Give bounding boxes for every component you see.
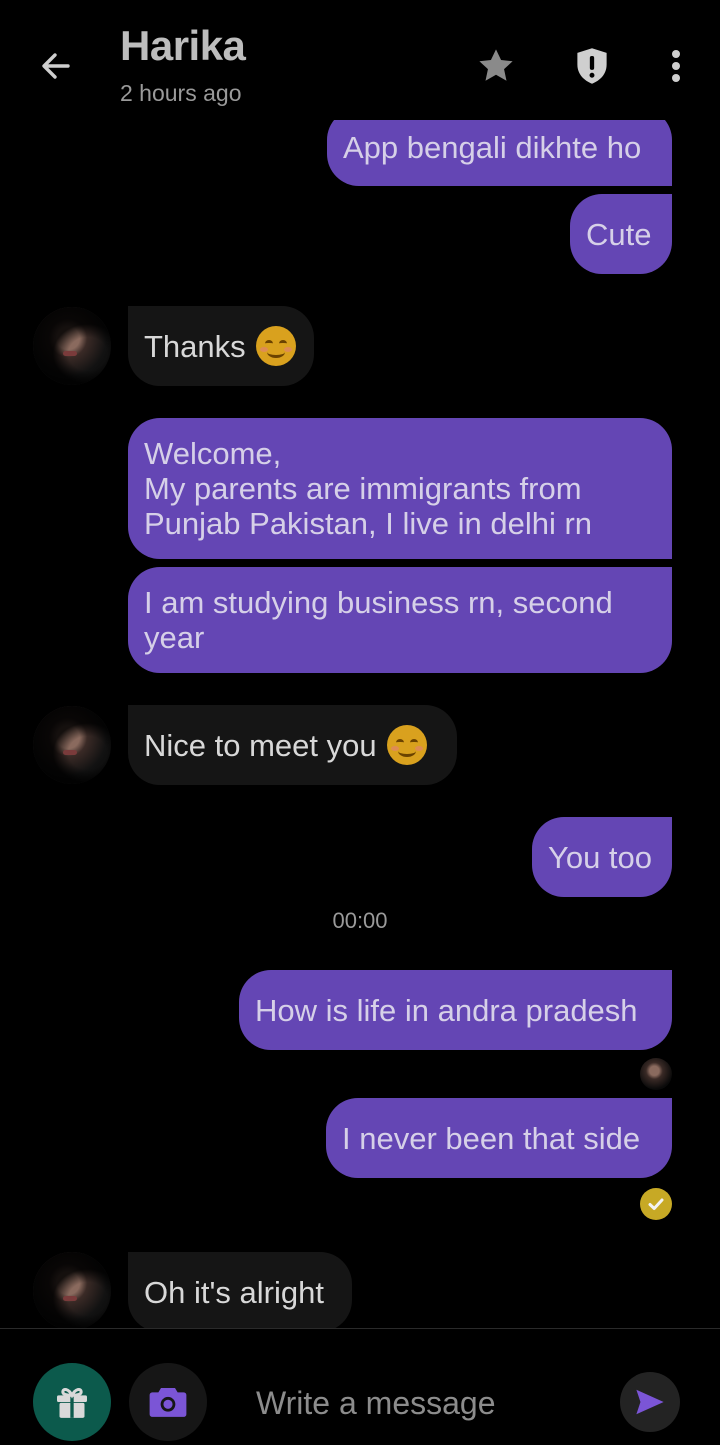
- message-text: Thanks: [144, 328, 246, 364]
- message-text: Cute: [586, 216, 652, 252]
- star-icon[interactable]: [470, 40, 522, 92]
- send-icon: [636, 1389, 664, 1415]
- message-text: I never been that side: [342, 1120, 641, 1156]
- message-input[interactable]: [240, 1373, 600, 1433]
- message-bubble-outgoing[interactable]: How is life in andra pradesh: [239, 970, 672, 1050]
- message-bubble-incoming[interactable]: Thanks: [128, 306, 314, 386]
- contact-avatar[interactable]: [33, 706, 111, 784]
- chat-header: Harika 2 hours ago: [0, 0, 720, 120]
- message-list[interactable]: App bengali dikhte ho Cute Thanks Welcom…: [0, 0, 720, 1328]
- message-bubble-outgoing[interactable]: Cute: [570, 194, 672, 274]
- more-vertical-icon[interactable]: [650, 40, 702, 92]
- message-bubble-outgoing[interactable]: I never been that side: [326, 1098, 672, 1178]
- message-bubble-outgoing[interactable]: You too: [532, 817, 672, 897]
- last-seen-status: 2 hours ago: [120, 80, 242, 106]
- message-text: App bengali dikhte ho: [343, 129, 642, 165]
- camera-button[interactable]: [129, 1363, 207, 1441]
- message-text: Welcome, My parents are immigrants from …: [144, 436, 593, 541]
- contact-name[interactable]: Harika: [120, 22, 246, 70]
- message-bubble-outgoing[interactable]: I am studying business rn, second year: [128, 567, 672, 673]
- send-button[interactable]: [620, 1372, 680, 1432]
- gift-button[interactable]: [33, 1363, 111, 1441]
- contact-avatar[interactable]: [33, 307, 111, 385]
- message-bubble-incoming[interactable]: Nice to meet you: [128, 705, 457, 785]
- shield-icon[interactable]: [566, 40, 618, 92]
- seen-by-avatar: [640, 1058, 672, 1090]
- message-bubble-outgoing[interactable]: Welcome, My parents are immigrants from …: [128, 418, 672, 559]
- message-text: Oh it's alright: [144, 1274, 324, 1310]
- smiling-face-icon: [255, 326, 296, 366]
- contact-avatar[interactable]: [33, 1252, 111, 1328]
- camera-icon: [149, 1388, 187, 1417]
- read-check-icon: [640, 1188, 672, 1220]
- message-timestamp: 00:00: [332, 908, 388, 933]
- message-bubble-incoming[interactable]: Oh it's alright: [128, 1252, 352, 1328]
- smiling-face-icon: [386, 725, 427, 765]
- message-composer: [0, 1328, 720, 1445]
- message-text: Nice to meet you: [144, 727, 377, 763]
- message-text: I am studying business rn, second year: [144, 585, 613, 655]
- back-arrow-icon[interactable]: [30, 40, 82, 92]
- message-text: You too: [548, 839, 653, 875]
- message-text: How is life in andra pradesh: [255, 992, 638, 1028]
- gift-icon: [57, 1387, 87, 1418]
